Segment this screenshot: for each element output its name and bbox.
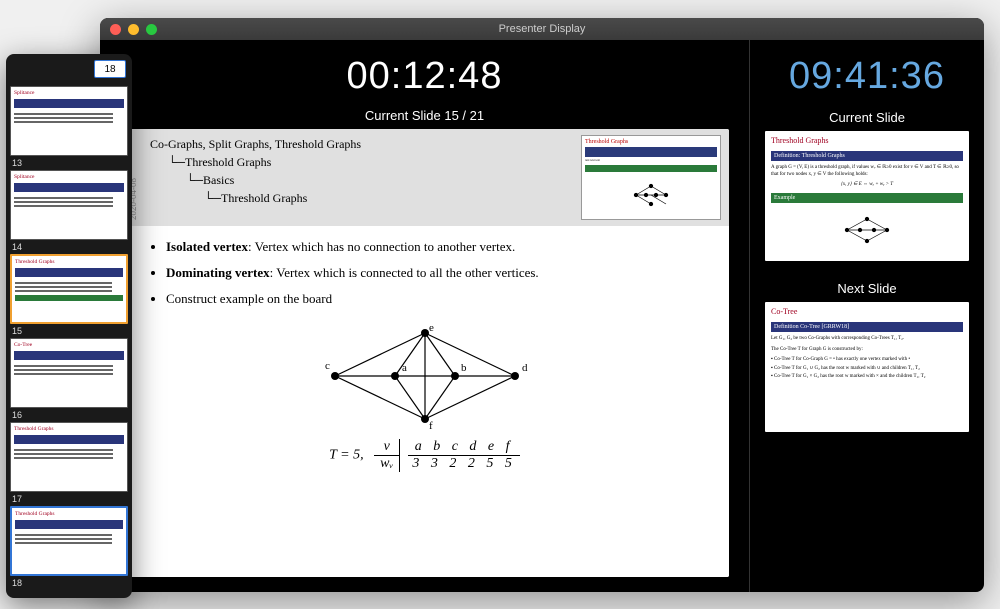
svg-text:b: b bbox=[461, 362, 467, 374]
mini-graph-icon bbox=[626, 182, 676, 208]
svg-text:a: a bbox=[402, 362, 407, 374]
thumb-14[interactable]: Splitance14 bbox=[10, 170, 128, 250]
svg-text:c: c bbox=[325, 360, 330, 372]
titlebar: Presenter Display bbox=[100, 18, 984, 40]
close-icon[interactable] bbox=[110, 24, 121, 35]
window-title: Presenter Display bbox=[499, 23, 586, 35]
breadcrumb: Co-Graphs, Split Graphs, Threshold Graph… bbox=[146, 135, 573, 220]
minimize-icon[interactable] bbox=[128, 24, 139, 35]
thumb-16[interactable]: Co-Tree16 bbox=[10, 338, 128, 418]
thumb-15[interactable]: Threshold Graphs15 bbox=[10, 254, 128, 334]
page-number-input[interactable] bbox=[94, 60, 126, 78]
elapsed-timer: 00:12:48 bbox=[120, 55, 729, 98]
fullscreen-icon[interactable] bbox=[146, 24, 157, 35]
small-graph-icon bbox=[837, 215, 897, 245]
svg-text:d: d bbox=[522, 362, 528, 374]
breadcrumb-mini-slide: Threshold Graphs text text text bbox=[581, 135, 721, 220]
thumb-18[interactable]: Threshold Graphs18 bbox=[10, 506, 128, 586]
thumbnail-navigator: Splitance13Splitance14Threshold Graphs15… bbox=[6, 54, 132, 598]
threshold-table: T = 5, v wᵥ a b c d e f 3 3 2 2 5 5 bbox=[144, 439, 705, 472]
graph-diagram-icon: c a b d e f bbox=[295, 321, 555, 431]
wall-clock: 09:41:36 bbox=[765, 55, 969, 98]
svg-text:f: f bbox=[429, 420, 433, 431]
thumb-13[interactable]: Splitance13 bbox=[10, 86, 128, 166]
next-slide-label: Next Slide bbox=[765, 281, 969, 296]
next-slide-small: Co-Tree Definition Co-Tree [GRRW18] Let … bbox=[765, 302, 969, 432]
current-slide-main: 2020-04-08 Co-Graphs, Split Graphs, Thre… bbox=[120, 129, 729, 577]
presenter-window: Presenter Display 00:12:48 Current Slide… bbox=[100, 18, 984, 592]
svg-text:e: e bbox=[429, 322, 434, 334]
current-slide-label-small: Current Slide bbox=[765, 110, 969, 125]
current-slide-small: Threshold Graphs Definition: Threshold G… bbox=[765, 131, 969, 261]
thumb-17[interactable]: Threshold Graphs17 bbox=[10, 422, 128, 502]
current-slide-counter: Current Slide 15 / 21 bbox=[120, 108, 729, 123]
